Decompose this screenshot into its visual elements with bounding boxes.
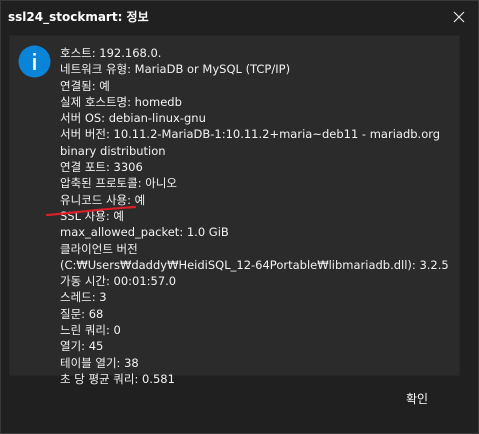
info-line: 호스트: 192.168.0. [60, 46, 162, 60]
info-line: 질문: 68 [60, 306, 104, 321]
info-line: 클라이언트 버전 [60, 241, 138, 256]
close-button[interactable] [448, 6, 470, 28]
info-line: 압축된 프로토콜: 아니오 [60, 176, 177, 191]
info-line: 서버 버전: 10.11.2-MariaDB-1:10.11.2+maria~d… [60, 127, 441, 142]
message-panel: 호스트: 192.168.0. 네트워크 유형: MariaDB or MySQ… [9, 35, 460, 386]
info-line: (C:₩Users₩daddy₩HeidiSQL_12-64Portable₩l… [60, 257, 449, 272]
info-line: 테이블 열기: 38 [60, 355, 139, 370]
info-dialog: ssl24_stockmart: 정보 호스트: 192.168.0. 네트워크… [0, 0, 479, 434]
close-icon [453, 11, 465, 23]
info-line: binary distribution [60, 143, 166, 158]
info-line: 서버 OS: debian-linux-gnu [60, 111, 206, 126]
title-bar: ssl24_stockmart: 정보 [1, 1, 478, 35]
info-line: 실제 호스트명: homedb [60, 94, 182, 109]
info-line: 가동 시간: 00:01:57.0 [60, 274, 177, 289]
info-line: 네트워크 유형: MariaDB or MySQL (TCP/IP) [60, 62, 291, 77]
info-line: 느린 쿼리: 0 [60, 323, 121, 338]
info-line: 연결됨: 예 [60, 78, 110, 93]
info-line: max_allowed_packet: 1.0 GiB [60, 225, 229, 240]
info-line: 연결 포트: 3306 [60, 160, 143, 175]
info-line: 열기: 45 [60, 339, 104, 354]
dialog-title: ssl24_stockmart: 정보 [8, 10, 149, 24]
info-icon [18, 45, 51, 78]
ok-button[interactable]: 확인 [374, 384, 460, 412]
info-line: 스레드: 3 [60, 290, 107, 305]
red-underline-annotation [46, 205, 136, 217]
